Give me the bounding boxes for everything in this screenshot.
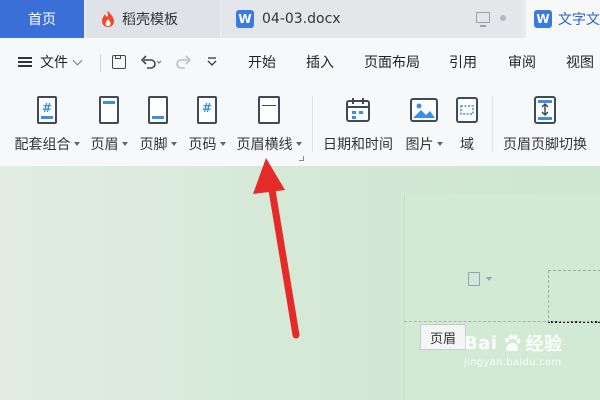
tab-writer[interactable]: W 文字文 [526, 0, 600, 38]
field-label: 域 [460, 137, 474, 153]
combo-button[interactable]: # 配套组合 [12, 92, 82, 154]
date-time-button[interactable]: 日期和时间 [321, 92, 395, 154]
page-number-label: 页码 [188, 137, 217, 153]
header-line-button[interactable]: 页眉横线 [234, 92, 304, 154]
header-textbox[interactable] [548, 270, 600, 323]
ribbon-divider [492, 96, 493, 152]
menu-item-start[interactable]: 开始 [248, 38, 276, 86]
undo-icon [140, 55, 162, 69]
save-button[interactable] [112, 38, 126, 86]
footer-button[interactable]: 页脚 [137, 92, 179, 154]
dropdown-caret-icon [121, 142, 128, 146]
calendar-icon [341, 92, 375, 128]
docer-flame-icon [102, 11, 114, 27]
watermark-brand-right: 经验 [525, 334, 563, 355]
header-icon [92, 92, 126, 128]
hamburger-icon [18, 57, 32, 67]
menu-bar: 文件 开始 插入 页面布局 引用 审阅 视图 [0, 38, 600, 86]
undo-button[interactable] [140, 38, 162, 86]
writer-doc-icon: W [236, 10, 254, 28]
page-number-button[interactable]: # 页码 [186, 92, 228, 154]
dropdown-caret-icon [486, 277, 492, 281]
picture-label: 图片 [405, 137, 434, 153]
menu-item-insert[interactable]: 插入 [306, 38, 334, 86]
baidu-jingyan-watermark: Bai 经验 jingyan.baidu.com [464, 330, 563, 369]
watermark-brand-left: Bai [464, 332, 498, 354]
ribbon-divider [312, 96, 313, 152]
picture-button[interactable]: 图片 [402, 92, 446, 154]
menu-divider [100, 54, 101, 72]
redo-button[interactable] [176, 38, 192, 86]
file-menu[interactable]: 文件 [18, 38, 83, 86]
header-region-tag[interactable]: 页眉 [420, 324, 466, 350]
dropdown-caret-icon [295, 142, 302, 146]
dropdown-caret-icon [436, 142, 443, 146]
monitor-icon[interactable] [476, 12, 490, 27]
tab-template-label: 稻壳模板 [122, 12, 178, 28]
header-label: 页眉 [90, 137, 119, 153]
footer-icon [141, 92, 175, 128]
tab-document-label: 04-03.docx [262, 11, 341, 27]
tab-home[interactable]: 首页 [0, 0, 84, 38]
header-line-icon [252, 92, 286, 128]
ribbon-toolbar: # 配套组合 页眉 页脚 # 页码 页眉横线 日期和时间 图片 域 页眉页脚切换 [0, 86, 600, 167]
quick-access-more-button[interactable] [206, 38, 218, 86]
combo-label: 配套组合 [14, 137, 71, 153]
dropdown-caret-icon [73, 142, 80, 146]
tab-bar: 首页 稻壳模板 W 04-03.docx W 文字文 [0, 0, 600, 38]
header-line-label: 页眉横线 [236, 137, 293, 153]
date-time-label: 日期和时间 [323, 137, 393, 153]
tab-docer-template[interactable]: 稻壳模板 [86, 0, 220, 38]
switch-header-footer-label: 页眉页脚切换 [503, 137, 587, 153]
menu-item-references[interactable]: 引用 [449, 38, 477, 86]
picture-icon [407, 92, 441, 128]
header-button[interactable]: 页眉 [88, 92, 130, 154]
save-icon [112, 55, 126, 69]
baidu-paw-icon [504, 334, 521, 351]
switch-header-footer-button[interactable]: 页眉页脚切换 [500, 92, 590, 154]
page-combo-icon: # [30, 92, 64, 128]
dropdown-caret-icon [219, 142, 226, 146]
tab-document[interactable]: W 04-03.docx [222, 0, 522, 38]
chevron-down-icon [207, 57, 217, 66]
tab-home-label: 首页 [28, 12, 56, 28]
tab-writer-label: 文字文 [558, 12, 600, 28]
switch-header-footer-icon [528, 92, 562, 128]
unsaved-dot-icon [500, 14, 506, 21]
menu-item-review[interactable]: 审阅 [508, 38, 536, 86]
dropdown-caret-icon [170, 142, 177, 146]
menu-item-page-layout[interactable]: 页面布局 [364, 38, 420, 86]
redo-icon [176, 55, 192, 69]
insert-object-widget[interactable] [468, 272, 492, 286]
page-number-icon: # [190, 92, 224, 128]
footer-label: 页脚 [139, 137, 168, 153]
menu-item-view[interactable]: 视图 [566, 38, 594, 86]
document-insert-icon [468, 272, 480, 286]
watermark-url: jingyan.baidu.com [464, 357, 562, 368]
field-button[interactable]: 域 [452, 92, 482, 154]
chevron-down-icon [72, 55, 83, 65]
file-menu-label: 文件 [40, 55, 68, 71]
field-icon [450, 92, 484, 128]
writer-app-icon: W [534, 10, 552, 28]
header-boundary-line [404, 321, 600, 322]
group-expand-icon[interactable] [299, 156, 304, 161]
